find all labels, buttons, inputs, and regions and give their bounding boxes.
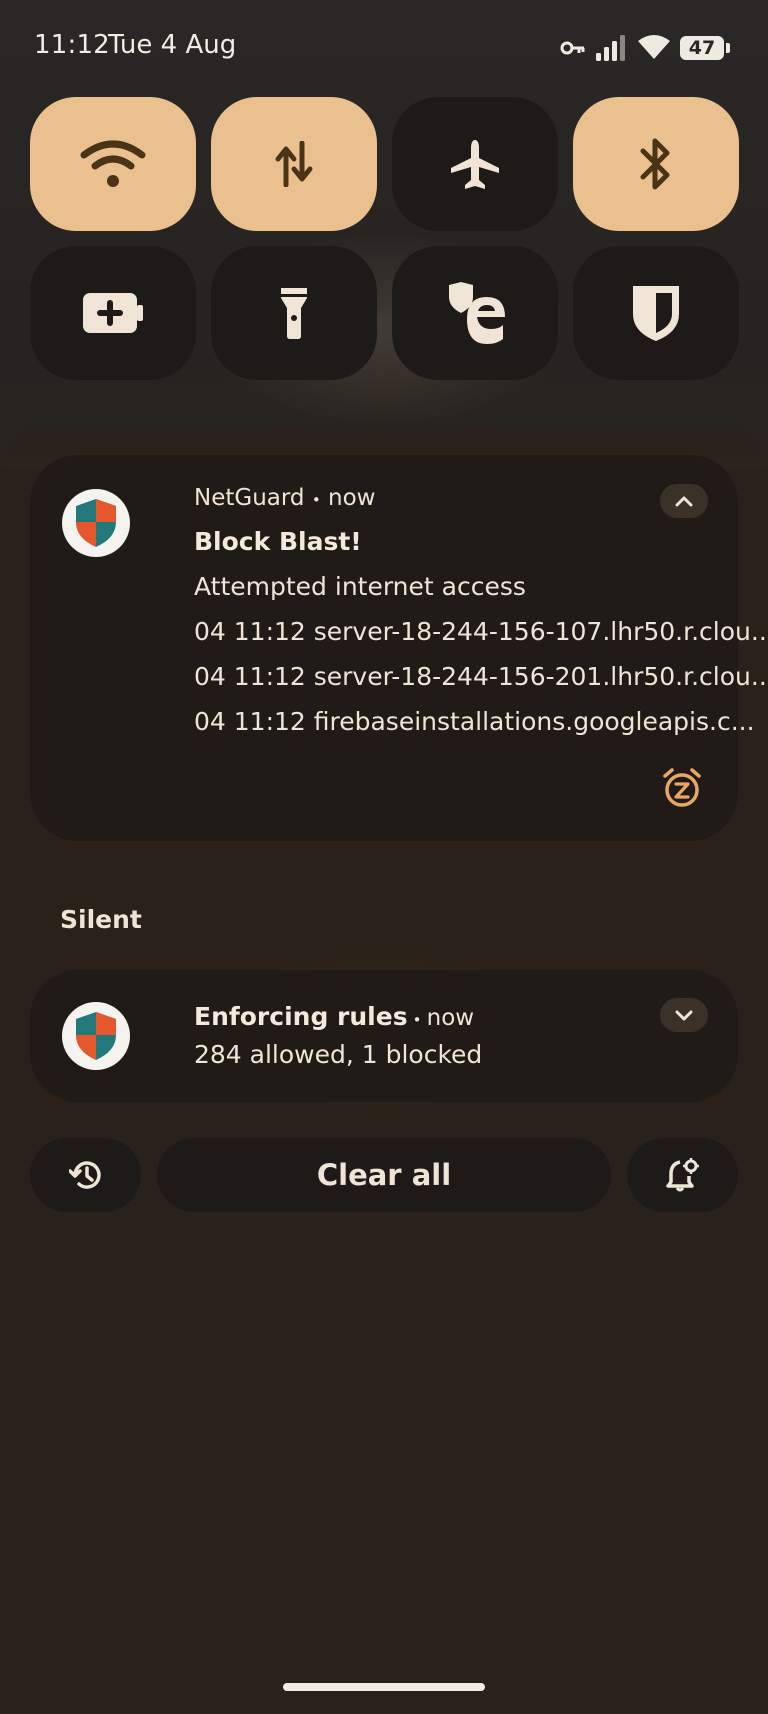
qs-tile-mobile-data[interactable] xyxy=(211,97,377,231)
home-indicator[interactable] xyxy=(283,1683,485,1691)
wifi-icon xyxy=(80,140,146,187)
notification-subtitle: Attempted internet access xyxy=(194,572,526,601)
collapse-button[interactable] xyxy=(660,484,708,518)
notification-line: 04 11:12 server-18-244-156-201.lhr50.r.c… xyxy=(194,662,768,691)
silent-notification-text: 284 allowed, 1 blocked xyxy=(194,1040,483,1069)
qs-tile-battery-saver[interactable] xyxy=(30,246,196,380)
qs-tile-torch[interactable] xyxy=(211,246,377,380)
clock: 11:12 xyxy=(34,30,110,60)
vpn-key-icon xyxy=(560,37,586,63)
notification-line: 04 11:12 server-18-244-156-107.lhr50.r.c… xyxy=(194,617,768,646)
data-transfer-icon xyxy=(275,141,313,187)
battery-icon: 47 xyxy=(680,36,724,60)
airplane-icon xyxy=(451,140,499,189)
history-icon xyxy=(68,1161,101,1189)
notification-line: 04 11:12 firebaseinstallations.googleapi… xyxy=(194,707,755,736)
netguard-shield-icon xyxy=(76,499,116,547)
clear-all-button[interactable]: Clear all xyxy=(157,1138,611,1212)
netguard-app-icon xyxy=(62,489,130,557)
cellular-signal-icon xyxy=(596,35,628,65)
netguard-app-icon xyxy=(62,1002,130,1070)
edge-shield-icon xyxy=(449,282,505,344)
wifi-icon xyxy=(637,34,671,64)
battery-tip xyxy=(726,43,730,53)
netguard-shield-icon xyxy=(76,1012,116,1060)
notification-title: Block Blast! xyxy=(194,527,362,556)
expand-button[interactable] xyxy=(660,998,708,1032)
date: Tue 4 Aug xyxy=(108,30,237,60)
notification-time: now xyxy=(328,485,376,511)
silent-notification-header: Enforcing rules • now xyxy=(194,1002,474,1031)
notification-time: now xyxy=(426,1005,475,1031)
flashlight-icon xyxy=(281,288,307,339)
notification-settings-button[interactable] xyxy=(627,1138,738,1212)
clear-all-label: Clear all xyxy=(316,1158,452,1192)
bluetooth-icon xyxy=(640,138,670,190)
silent-notification-title: Enforcing rules xyxy=(194,1002,408,1031)
qs-tile-bluetooth[interactable] xyxy=(573,97,739,231)
qs-tile-edge-vpn[interactable] xyxy=(392,246,558,380)
qs-tile-aeroplane-mode[interactable] xyxy=(392,97,558,231)
qs-tile-bitwarden[interactable] xyxy=(573,246,739,380)
chevron-up-icon xyxy=(675,496,693,507)
silent-section-header: Silent xyxy=(60,905,142,934)
notification-card-netguard[interactable]: NetGuard • now Block Blast! Attempted in… xyxy=(30,455,768,841)
notification-header: NetGuard • now xyxy=(194,485,375,511)
separator-dot: • xyxy=(412,1011,422,1029)
status-bar: 11:12 Tue 4 Aug 47 xyxy=(0,0,768,96)
qs-tile-internet[interactable] xyxy=(30,97,196,231)
app-name: NetGuard xyxy=(194,485,305,511)
notification-card-enforcing-rules[interactable]: Enforcing rules • now 284 allowed, 1 blo… xyxy=(30,970,738,1102)
snooze-button[interactable] xyxy=(662,768,702,812)
shield-icon xyxy=(633,286,679,341)
chevron-down-icon xyxy=(675,1010,693,1021)
snooze-icon xyxy=(663,768,701,807)
battery-saver-icon xyxy=(83,293,143,333)
separator-dot: • xyxy=(311,491,321,509)
history-button[interactable] xyxy=(30,1138,141,1212)
notification-settings-icon xyxy=(665,1158,699,1192)
